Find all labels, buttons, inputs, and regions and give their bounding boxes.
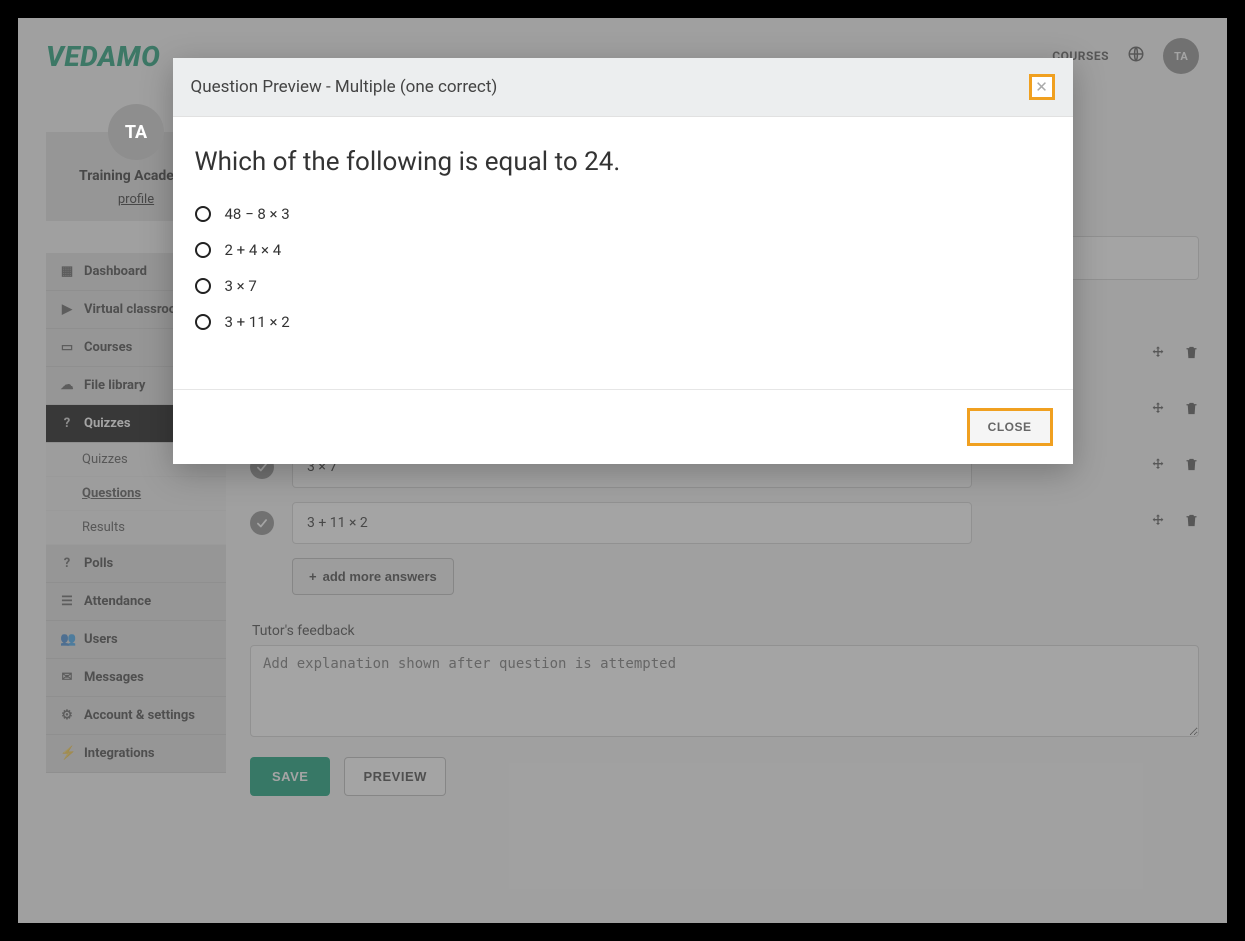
radio-icon: [195, 314, 211, 330]
radio-icon: [195, 278, 211, 294]
modal-body: Which of the following is equal to 24. 4…: [173, 117, 1073, 389]
close-icon[interactable]: ✕: [1029, 74, 1055, 100]
preview-option[interactable]: 3 × 7: [195, 277, 1051, 295]
close-button[interactable]: CLOSE: [967, 408, 1053, 446]
preview-option-text: 3 × 7: [225, 277, 257, 295]
preview-question-text: Which of the following is equal to 24.: [195, 147, 1051, 177]
preview-option-text: 3 + 11 × 2: [225, 313, 290, 331]
preview-options: 48 − 8 × 3 2 + 4 × 4 3 × 7 3 + 11 × 2: [195, 205, 1051, 331]
preview-option[interactable]: 48 − 8 × 3: [195, 205, 1051, 223]
modal-overlay: Question Preview - Multiple (one correct…: [18, 18, 1227, 923]
radio-icon: [195, 206, 211, 222]
modal-title: Question Preview - Multiple (one correct…: [191, 77, 498, 97]
preview-option-text: 2 + 4 × 4: [225, 241, 282, 259]
question-preview-modal: Question Preview - Multiple (one correct…: [173, 58, 1073, 464]
modal-header: Question Preview - Multiple (one correct…: [173, 58, 1073, 117]
preview-option[interactable]: 2 + 4 × 4: [195, 241, 1051, 259]
avatar-large: TA: [108, 104, 164, 160]
radio-icon: [195, 242, 211, 258]
preview-option[interactable]: 3 + 11 × 2: [195, 313, 1051, 331]
modal-footer: CLOSE: [173, 389, 1073, 464]
preview-option-text: 48 − 8 × 3: [225, 205, 290, 223]
